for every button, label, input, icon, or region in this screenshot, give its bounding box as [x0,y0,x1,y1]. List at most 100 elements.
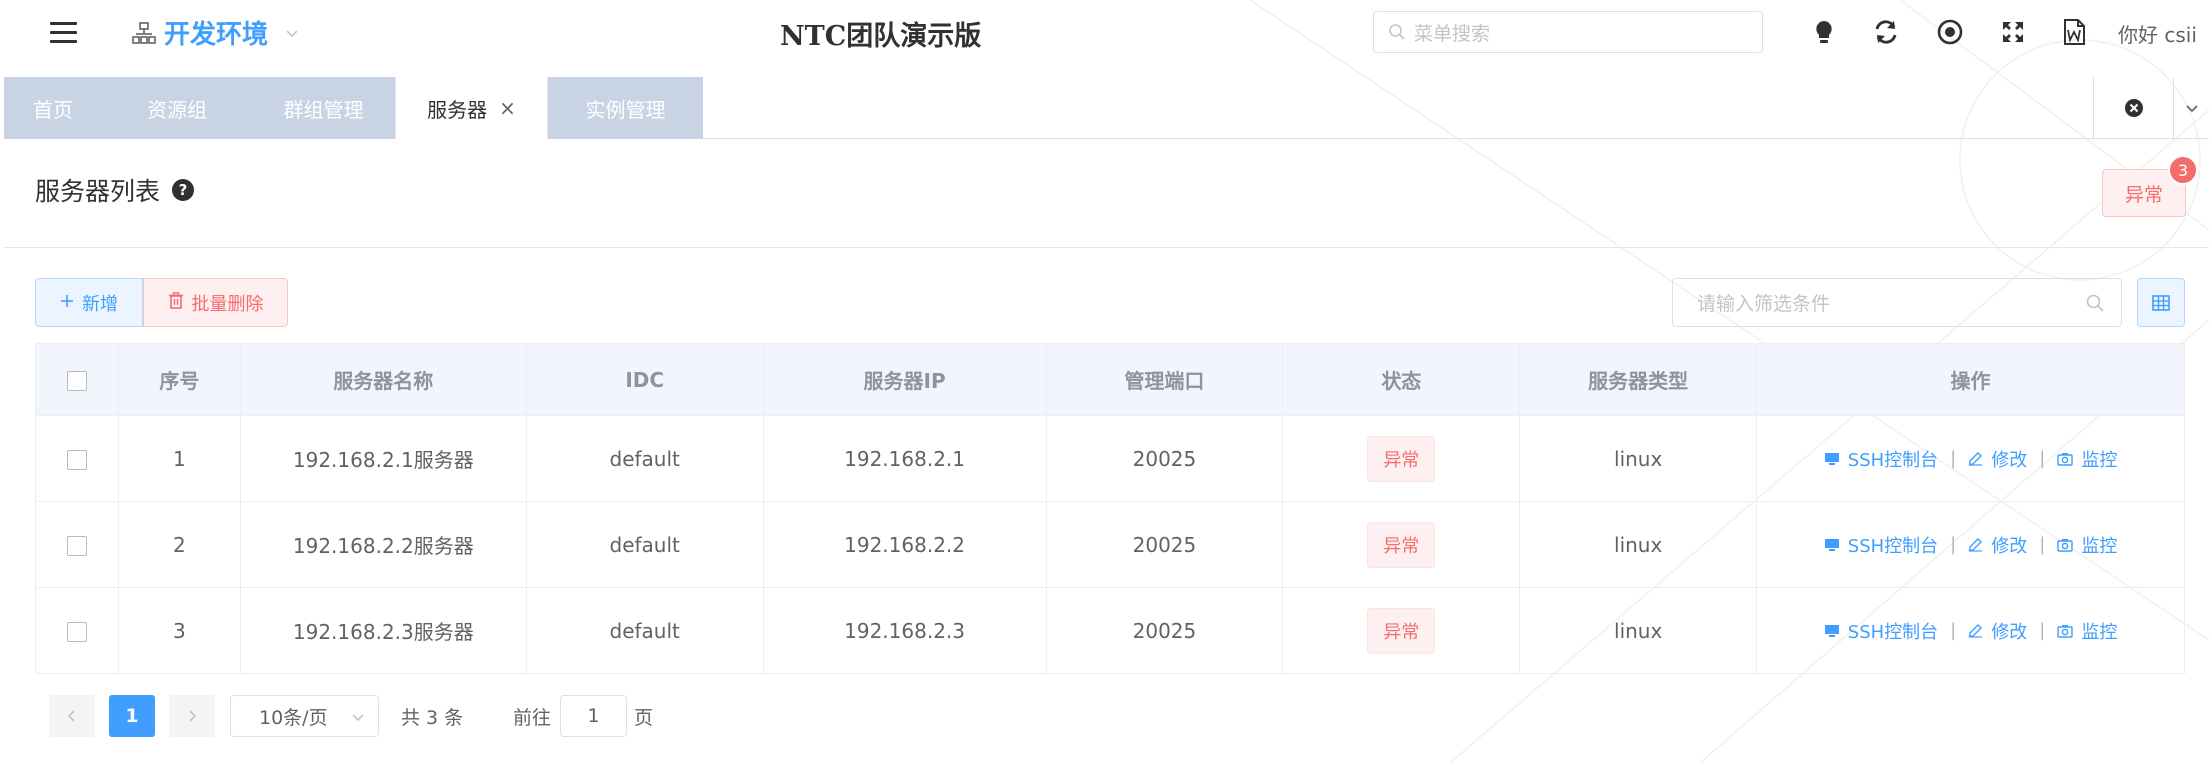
page-title: 服务器列表 ? [35,172,195,208]
edit-link[interactable]: 修改 [1968,618,2027,644]
header-server-type[interactable]: 服务器类型 [1519,343,1758,416]
edit-label: 修改 [1991,535,2028,557]
search-icon [1389,24,1405,40]
cell-idc: default [525,501,764,588]
header-idc[interactable]: IDC [525,343,764,416]
top-header: 开发环境 NTC团队演示版 菜单搜索 你好 csii [0,0,2209,64]
fullscreen-icon[interactable] [1999,18,2027,46]
filter-input[interactable]: 请输入筛选条件 [1672,278,2122,327]
add-button-label: 新增 [82,293,118,315]
edit-label: 修改 [1991,621,2028,643]
tab-instance-management[interactable]: 实例管理 [548,77,703,139]
page-title-text: 服务器列表 [35,177,161,206]
close-circle-icon [2124,99,2143,117]
divider [4,247,2209,248]
row-checkbox[interactable] [66,450,87,470]
tab-group-management[interactable]: 群组管理 [252,77,395,139]
cell-server-name: 192.168.2.2服务器 [239,501,527,588]
header-management-port[interactable]: 管理端口 [1045,343,1284,416]
header-actions: 操作 [1756,343,2185,416]
tab-home[interactable]: 首页 [4,77,102,139]
action-separator: | [1950,620,1957,641]
action-separator: | [2039,620,2046,641]
cell-index: 1 [117,415,241,502]
monitor-link[interactable]: 监控 [2057,446,2117,472]
camera-icon [2057,452,2074,466]
tab-dropdown-button[interactable] [2173,77,2209,139]
monitor-link[interactable]: 监控 [2057,532,2117,558]
cell-actions: SSH控制台 | 修改 | 监控 [1756,587,2185,674]
cell-idc: default [525,415,764,502]
environment-switcher[interactable]: 开发环境 [132,14,300,51]
search-icon [2086,294,2104,312]
ssh-console-link[interactable]: SSH控制台 [1824,618,1938,644]
tab-label: 首页 [33,97,73,122]
add-button[interactable]: 新增 [35,278,143,327]
batch-delete-button[interactable]: 批量删除 [143,278,288,327]
action-separator: | [1950,448,1957,469]
chevron-left-icon [67,710,75,722]
abnormal-count-badge: 3 [2168,155,2198,185]
monitor-icon [1824,452,1839,465]
ssh-console-label: SSH控制台 [1847,449,1939,471]
environment-label: 开发环境 [164,20,269,50]
next-page-button[interactable] [169,695,215,737]
tab-resource-group[interactable]: 资源组 [102,77,252,139]
goto-page-input[interactable]: 1 [560,695,627,737]
menu-search-input[interactable]: 菜单搜索 [1373,11,1763,53]
help-icon[interactable]: ? [172,179,195,201]
tab-server[interactable]: 服务器 × [395,77,548,139]
word-document-icon[interactable] [2060,18,2088,46]
header-server-name[interactable]: 服务器名称 [239,343,527,416]
select-all-checkbox[interactable] [66,371,87,391]
monitor-link[interactable]: 监控 [2057,618,2117,644]
cell-server-ip: 192.168.2.2 [762,501,1047,588]
row-select-cell [35,587,119,674]
chevron-down-icon [286,29,298,37]
cell-server-type: linux [1519,501,1758,588]
cell-status: 异常 [1282,415,1521,502]
cell-server-name: 192.168.2.3服务器 [239,587,527,674]
cell-actions: SSH控制台 | 修改 | 监控 [1756,501,2185,588]
cell-server-type: linux [1519,415,1758,502]
edit-link[interactable]: 修改 [1968,532,2027,558]
lightbulb-icon[interactable] [1810,18,1838,46]
tab-close-icon[interactable]: × [499,96,516,120]
prev-page-button[interactable] [49,695,95,737]
table-header-row: 序号 服务器名称 IDC 服务器IP 管理端口 状态 服务器类型 操作 [35,343,2185,416]
monitor-icon [1824,538,1839,551]
chevron-down-icon [2186,105,2198,113]
ssh-console-label: SSH控制台 [1847,621,1939,643]
select-all-cell [35,343,119,416]
record-icon[interactable] [1936,18,1964,46]
edit-link[interactable]: 修改 [1968,446,2027,472]
column-settings-button[interactable] [2137,278,2185,327]
page-number-button[interactable]: 1 [109,695,155,737]
ssh-console-link[interactable]: SSH控制台 [1824,446,1938,472]
user-greeting[interactable]: 你好 csii [2118,19,2197,48]
close-all-tabs-button[interactable] [2094,98,2173,118]
hamburger-menu-icon[interactable] [50,22,77,44]
chevron-right-icon [189,710,197,722]
cell-idc: default [525,587,764,674]
status-badge: 异常 [1367,607,1436,654]
header-index[interactable]: 序号 [117,343,241,416]
cell-status: 异常 [1282,587,1521,674]
header-status[interactable]: 状态 [1282,343,1521,416]
row-checkbox[interactable] [66,536,87,556]
edit-pencil-icon [1968,538,1983,552]
ssh-console-link[interactable]: SSH控制台 [1824,532,1938,558]
cell-server-name: 192.168.2.1服务器 [239,415,527,502]
page-size-value: 10条/页 [259,706,328,729]
action-separator: | [2039,448,2046,469]
refresh-icon[interactable] [1872,18,1900,46]
monitor-label: 监控 [2081,449,2118,471]
row-checkbox[interactable] [66,622,87,642]
trash-icon [168,291,184,314]
header-server-ip[interactable]: 服务器IP [762,343,1047,416]
tab-label: 群组管理 [283,97,364,122]
cell-index: 3 [117,587,241,674]
table-row: 3 192.168.2.3服务器 default 192.168.2.3 200… [35,587,2185,674]
row-select-cell [35,501,119,588]
page-size-select[interactable]: 10条/页 [230,695,379,737]
